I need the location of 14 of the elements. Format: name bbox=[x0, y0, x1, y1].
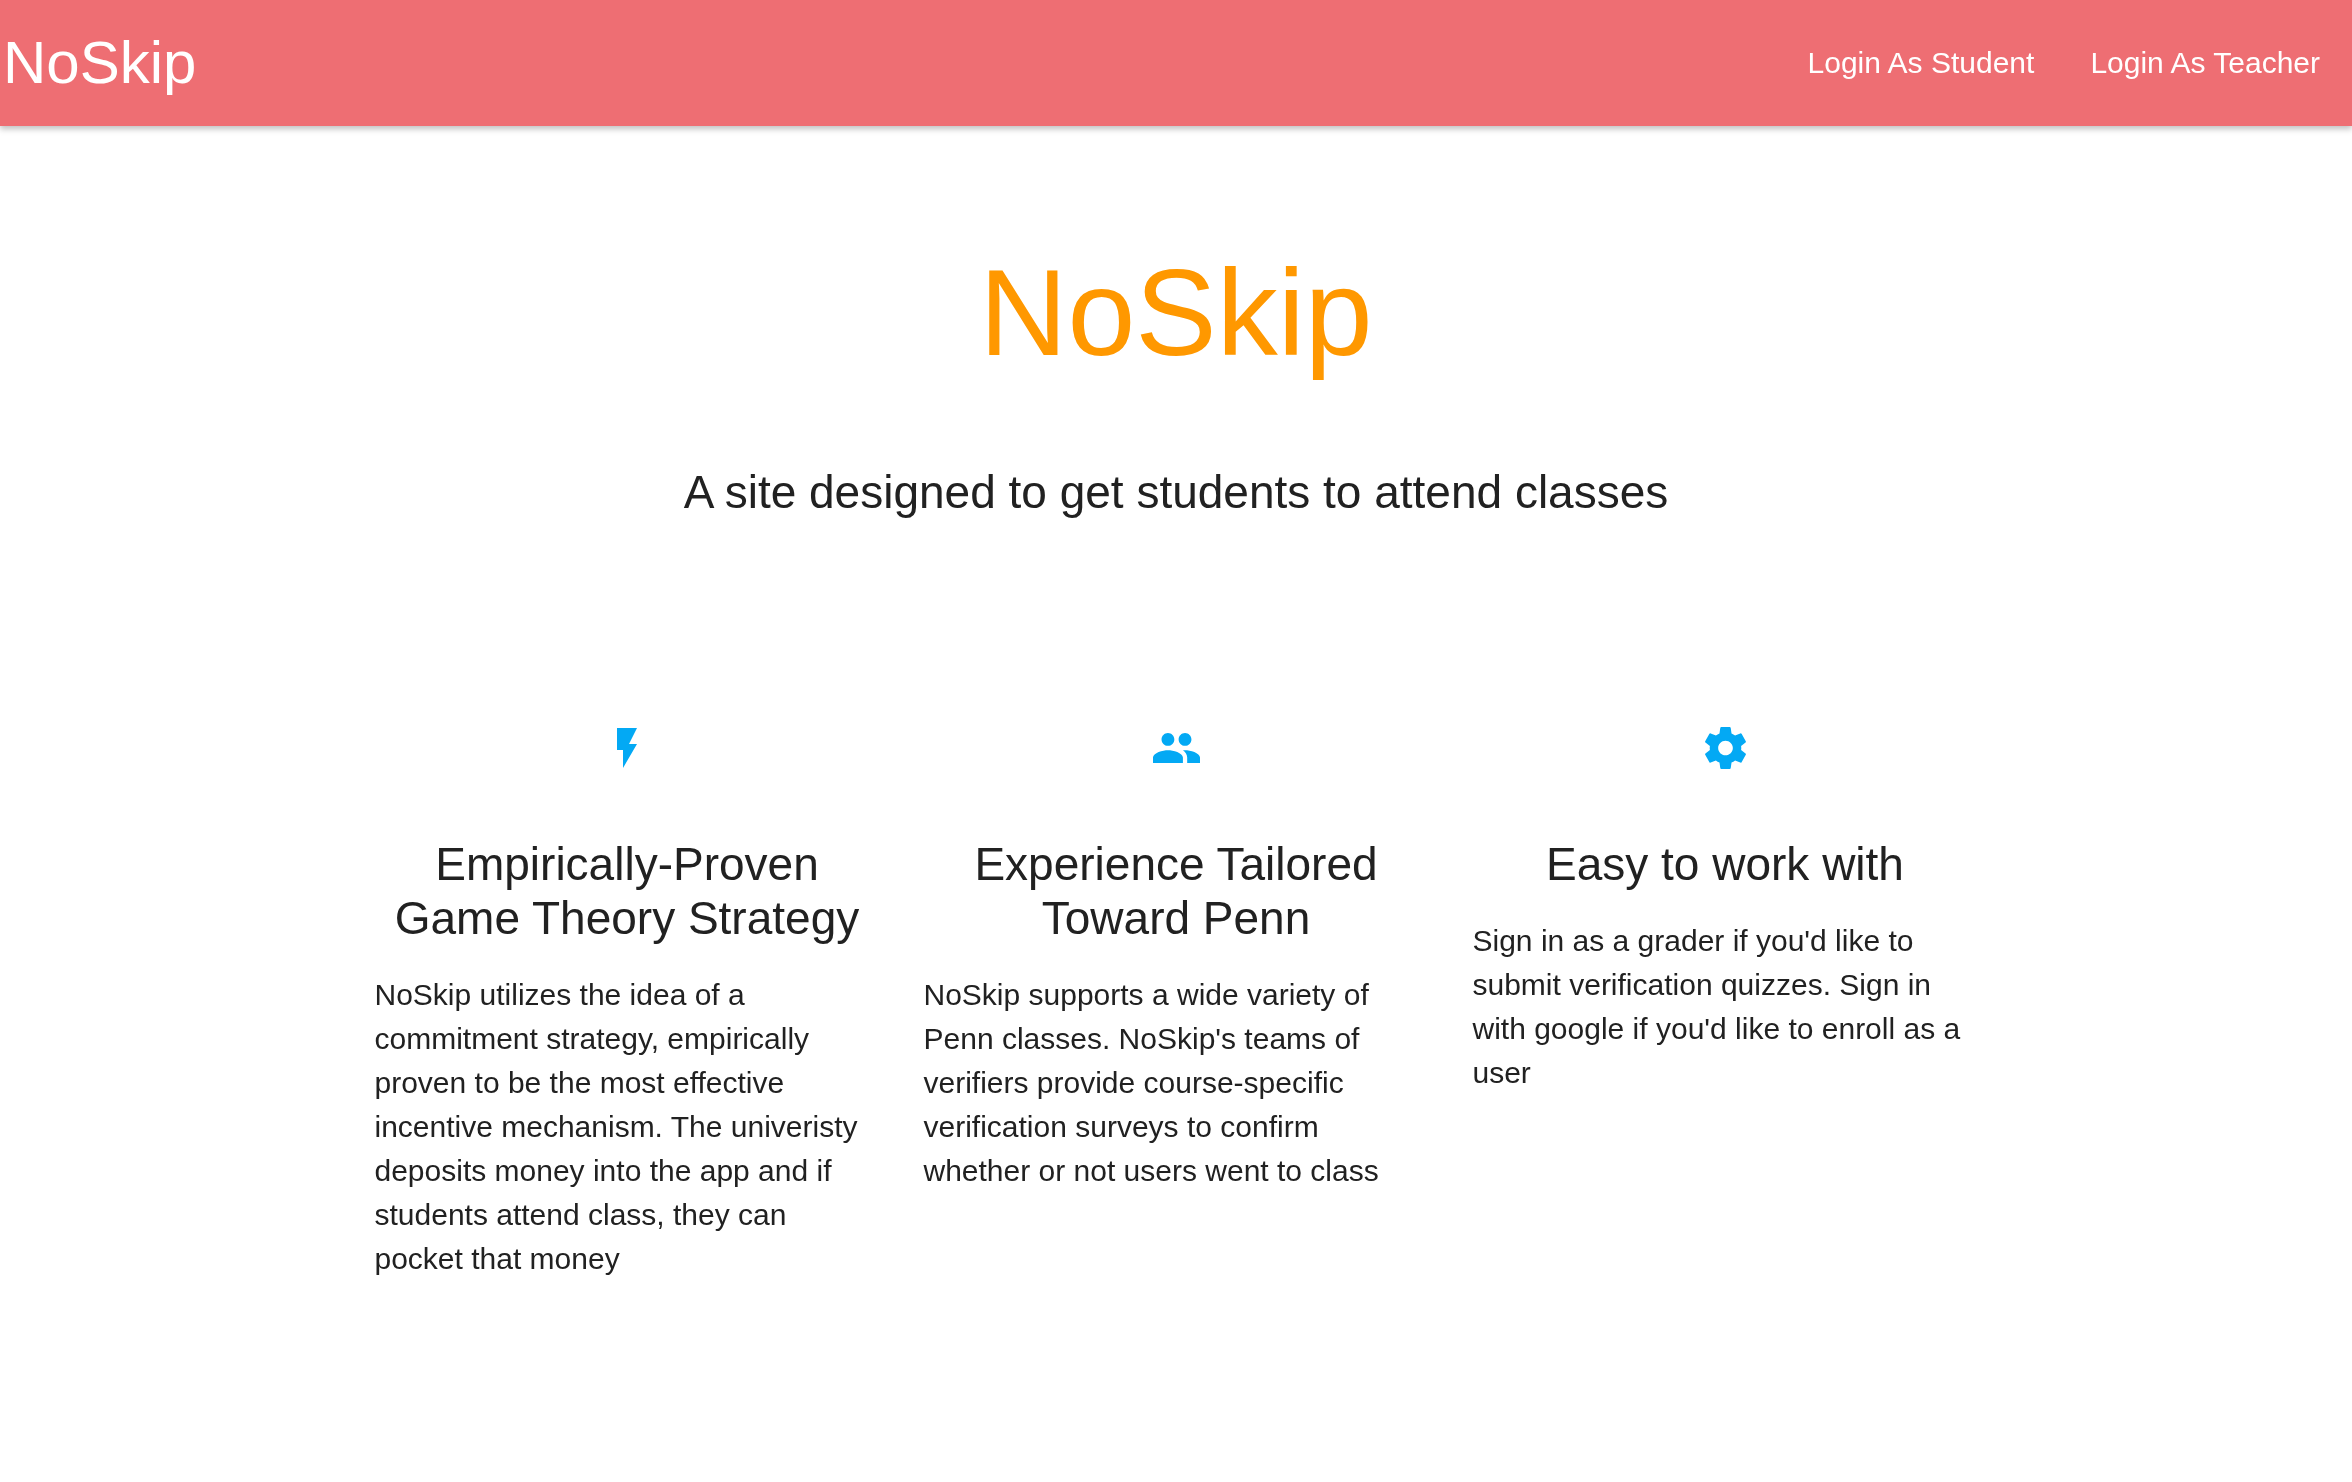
site-logo[interactable]: NoSkip bbox=[3, 28, 197, 98]
feature-title: Empirically-Proven Game Theory Strategy bbox=[393, 837, 861, 945]
hero-title: NoSkip bbox=[979, 244, 1373, 383]
hero-subtitle: A site designed to get students to attend classes bbox=[683, 465, 1669, 520]
feature-title: Experience Tailored Toward Penn bbox=[973, 837, 1379, 945]
gear-icon bbox=[1704, 727, 1746, 769]
people-icon bbox=[1152, 733, 1200, 763]
feature-description: NoSkip supports a wide variety of Penn classes. NoSkip's teams of verifiers provide course-specific verification surveys to confirm whether or not users went to class bbox=[923, 977, 1380, 1189]
feature-description: NoSkip utilizes the idea of a commitment strategy, empirically proven to be the most effective incentive mechanism. The univeristy deposits money into the app and if students attend class, they can pocket that money bbox=[374, 977, 859, 1277]
feature-description: Sign in as a grader if you'd like to submit verification quizzes. Sign in with google if you'd like to enroll as a user bbox=[1472, 923, 1962, 1091]
nav-link[interactable]: Login As Teacher bbox=[2062, 0, 2348, 126]
nav-link[interactable]: Login As Student bbox=[1779, 0, 2063, 126]
feature-title: Easy to work with bbox=[1546, 837, 1904, 891]
lightning-bolt-icon bbox=[617, 728, 637, 768]
